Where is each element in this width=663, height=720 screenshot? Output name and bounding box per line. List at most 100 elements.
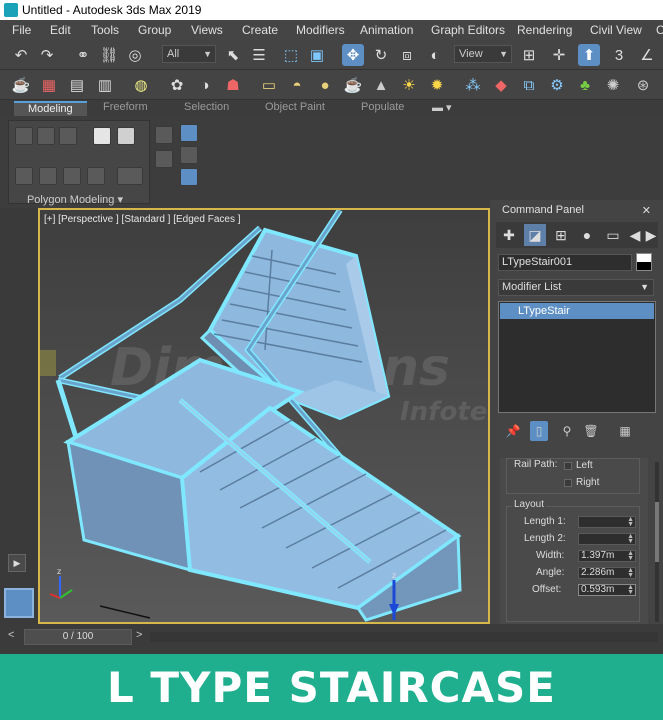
link-icon[interactable]: ⚭: [72, 44, 94, 66]
length1-spinner[interactable]: ▲ ▼: [578, 516, 636, 528]
menu-civil-view[interactable]: Civil View: [590, 23, 642, 37]
chevron-left-icon[interactable]: ◀: [628, 224, 642, 246]
layer-explorer-icon[interactable]: ◑: [194, 74, 216, 96]
reference-coord-dropdown[interactable]: View ▼: [454, 45, 512, 63]
viewport-layout-button[interactable]: [4, 588, 34, 618]
expand-button[interactable]: ▶: [8, 554, 26, 572]
snap-3-icon[interactable]: 3: [608, 44, 630, 66]
element-mode-icon[interactable]: [117, 127, 135, 145]
make-unique-icon[interactable]: ⚲: [558, 421, 576, 441]
offset-spinner[interactable]: 0.593m ▲ ▼: [578, 584, 636, 596]
select-object-icon[interactable]: ⬉: [222, 44, 244, 66]
reel-icon[interactable]: ⊛: [632, 74, 654, 96]
scene-explorer-icon[interactable]: ✿: [166, 74, 188, 96]
spinner-arrows-icon[interactable]: ▲ ▼: [627, 550, 634, 562]
stack-item-ltypestair[interactable]: LTypeStair: [500, 303, 654, 319]
tab-display[interactable]: ▭: [602, 224, 624, 246]
select-by-name-icon[interactable]: ☰: [248, 44, 270, 66]
stack-icon[interactable]: ⧉: [518, 74, 540, 96]
time-slider[interactable]: 0 / 100: [24, 629, 132, 645]
hemisphere-icon[interactable]: ◓: [286, 74, 308, 96]
scale-icon[interactable]: ⧈: [396, 44, 418, 66]
modify-mode-icon[interactable]: [15, 167, 33, 185]
preserve-uvs-icon[interactable]: [117, 167, 143, 185]
timeline-track[interactable]: [150, 632, 658, 642]
rect-selection-icon[interactable]: ⬚: [280, 44, 302, 66]
pivot-icon[interactable]: ⊞: [518, 44, 540, 66]
placement-icon[interactable]: ◐: [424, 44, 446, 66]
tab-motion[interactable]: ●: [576, 224, 598, 246]
tab-create[interactable]: ✚: [498, 224, 520, 246]
material-editor-icon[interactable]: ◍: [130, 74, 152, 96]
menu-views[interactable]: Views: [191, 23, 223, 37]
spinner-arrows-icon[interactable]: ▲ ▼: [627, 516, 634, 528]
hair-icon[interactable]: ✺: [602, 74, 624, 96]
redo-icon[interactable]: ↷: [36, 44, 58, 66]
tree-icon[interactable]: ♣: [574, 74, 596, 96]
vertex-mode-icon[interactable]: [15, 127, 33, 145]
mirror-icon[interactable]: ◆: [490, 74, 512, 96]
light-icon[interactable]: ✹: [426, 74, 448, 96]
show-end-result-icon[interactable]: [180, 124, 198, 142]
object-name-field[interactable]: LTypeStair001: [498, 254, 632, 271]
angle-spinner[interactable]: 2.286m ▲ ▼: [578, 567, 636, 579]
bind-spacewarp-icon[interactable]: ◎: [124, 44, 146, 66]
menu-create[interactable]: Create: [242, 23, 278, 37]
menu-edit[interactable]: Edit: [50, 23, 71, 37]
selection-filter-dropdown[interactable]: All ▼: [162, 45, 216, 63]
make-unique-icon[interactable]: [180, 168, 198, 186]
menu-group[interactable]: Group: [138, 23, 171, 37]
remove-modifier-icon[interactable]: 🗑: [582, 421, 600, 441]
angle-snap-icon[interactable]: ∠: [636, 44, 658, 66]
undo-icon[interactable]: ↶: [10, 44, 32, 66]
tab-object-paint[interactable]: Object Paint: [265, 101, 325, 116]
configure-sets-icon[interactable]: ▦: [616, 421, 634, 441]
command-panel-scrollbar[interactable]: [655, 462, 659, 622]
spinner-arrows-icon[interactable]: ▲ ▼: [627, 533, 634, 545]
length2-spinner[interactable]: ▲ ▼: [578, 533, 636, 545]
cone-icon[interactable]: ▲: [370, 74, 392, 96]
render-setup-icon[interactable]: ▦: [38, 74, 60, 96]
render-frame-icon[interactable]: ▤: [66, 74, 88, 96]
stack-down-icon[interactable]: [63, 167, 81, 185]
chevron-right-icon[interactable]: ▶: [644, 224, 658, 246]
spinner-arrows-icon[interactable]: ▲ ▼: [627, 584, 634, 596]
particle-icon[interactable]: ⁂: [462, 74, 484, 96]
width-spinner[interactable]: 1.397m ▲ ▼: [578, 550, 636, 562]
rendered-frame-window-icon[interactable]: ▥: [94, 74, 116, 96]
teapot-prim-icon[interactable]: ☕: [342, 74, 364, 96]
collapse-stack-icon[interactable]: [39, 167, 57, 185]
menu-rendering[interactable]: Rendering: [517, 23, 572, 37]
teapot-icon[interactable]: ☕: [10, 74, 32, 96]
render-icon[interactable]: ☗: [222, 74, 244, 96]
show-end-result-icon[interactable]: ▯: [530, 421, 548, 441]
panel-label-row[interactable]: Polygon Modeling ▾: [0, 193, 150, 206]
spinner-arrows-icon[interactable]: ▲ ▼: [627, 567, 634, 579]
tab-freeform[interactable]: Freeform: [103, 101, 148, 116]
ribbon-options-icon[interactable]: ▬ ▾: [432, 101, 452, 116]
menu-modifiers[interactable]: Modifiers: [296, 23, 345, 37]
selection-lock-icon[interactable]: ⬆: [578, 44, 600, 66]
gear-icon[interactable]: ⚙: [546, 74, 568, 96]
next-frame-button[interactable]: >: [136, 629, 142, 641]
border-mode-icon[interactable]: [59, 127, 77, 145]
move-icon[interactable]: ✥: [342, 44, 364, 66]
stack-up-icon[interactable]: [87, 167, 105, 185]
cut-icon[interactable]: [155, 150, 173, 168]
object-color-swatch[interactable]: [636, 253, 652, 271]
menu-tools[interactable]: Tools: [91, 23, 119, 37]
tab-populate[interactable]: Populate: [361, 101, 404, 116]
menu-file[interactable]: File: [12, 23, 31, 37]
menu-animation[interactable]: Animation: [360, 23, 413, 37]
polygon-mode-icon[interactable]: [93, 127, 111, 145]
perspective-viewport[interactable]: Dimensions Infotech: [38, 208, 490, 624]
tab-selection[interactable]: Selection: [184, 101, 229, 116]
tab-hierarchy[interactable]: ⊞: [550, 224, 572, 246]
box-icon[interactable]: ▭: [258, 74, 280, 96]
close-icon[interactable]: ✕: [642, 204, 651, 217]
rotate-icon[interactable]: ↻: [370, 44, 392, 66]
swift-loop-icon[interactable]: [155, 126, 173, 144]
toggle-icon[interactable]: [180, 146, 198, 164]
menu-overflow[interactable]: C: [656, 23, 663, 37]
sun-icon[interactable]: ☀: [398, 74, 420, 96]
